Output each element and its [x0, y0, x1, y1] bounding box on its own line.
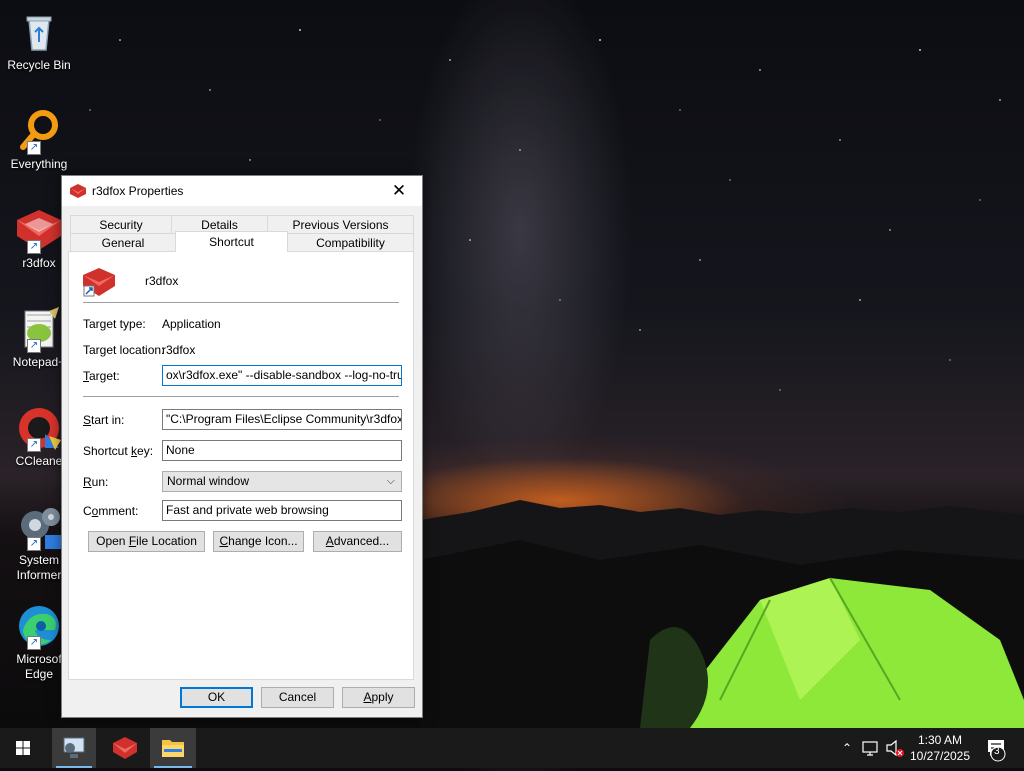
run-select-value: Normal window	[167, 474, 250, 488]
advanced-button[interactable]: Advanced...	[313, 531, 402, 552]
run-label: Run:	[83, 475, 109, 489]
target-type-value: Application	[162, 317, 221, 331]
volume-muted-icon	[886, 739, 904, 757]
close-icon: ✕	[391, 181, 407, 200]
network-tray-button[interactable]	[860, 728, 882, 768]
close-button[interactable]: ✕	[376, 176, 422, 206]
shortcut-arrow-icon: ↗	[27, 339, 41, 353]
chevron-up-icon: ⌃	[841, 741, 853, 755]
shortcut-key-label: Shortcut key:	[83, 444, 154, 458]
properties-dialog: r3dfox Properties ✕ Security Details Pre…	[61, 175, 423, 718]
start-button[interactable]	[0, 728, 46, 768]
start-in-field[interactable]: "C:\Program Files\Eclipse Community\r3df…	[162, 409, 402, 430]
system-informer-icon	[63, 737, 85, 758]
recycle-bin-icon	[15, 8, 63, 56]
dialog-title: r3dfox Properties	[92, 184, 184, 198]
notification-count: 3	[994, 746, 1000, 757]
desktop-icon-label: Recycle Bin	[7, 58, 71, 72]
desktop-icon-recycle-bin[interactable]: Recycle Bin	[0, 8, 78, 73]
file-explorer-icon	[162, 740, 184, 757]
shortcut-arrow-icon: ↗	[27, 438, 41, 452]
shortcut-key-field[interactable]: None	[162, 440, 402, 461]
taskbar-file-explorer[interactable]	[150, 728, 196, 768]
r3dfox-icon: ↗	[15, 206, 63, 254]
r3dfox-icon	[113, 737, 137, 759]
ok-button[interactable]: OK	[180, 687, 253, 708]
open-file-location-button[interactable]: Open File Location	[88, 531, 205, 552]
notepad-plus-plus-icon: ↗	[15, 305, 63, 353]
target-label: Target:	[83, 369, 120, 383]
desktop-icon-everything[interactable]: ↗ Everything	[0, 107, 78, 172]
apply-button[interactable]: Apply	[342, 687, 415, 708]
shortcut-tab-panel: r3dfox Target type: Application Target l…	[68, 251, 414, 680]
tab-previous-versions[interactable]: Previous Versions	[267, 215, 414, 234]
windows-logo-icon	[16, 741, 30, 755]
r3dfox-icon	[83, 266, 115, 298]
volume-tray-button[interactable]	[884, 728, 906, 768]
shortcut-arrow-icon: ↗	[27, 537, 41, 551]
cancel-button[interactable]: Cancel	[261, 687, 334, 708]
tab-security[interactable]: Security	[70, 215, 172, 234]
taskbar: ⌃ 1:30 AM 10/27/2025 3	[0, 728, 1024, 768]
ccleaner-icon: ↗	[15, 404, 63, 452]
action-center-button[interactable]: 3	[980, 728, 1016, 768]
taskbar-r3dfox[interactable]	[102, 728, 148, 768]
tab-shortcut[interactable]: Shortcut	[175, 231, 288, 252]
clock-time: 1:30 AM	[917, 733, 963, 747]
clock-date: 10/27/2025	[909, 749, 971, 763]
desktop-icon-label: Everything	[10, 157, 68, 171]
run-select[interactable]: Normal window ⌵	[162, 471, 402, 492]
shortcut-arrow-icon: ↗	[27, 240, 41, 254]
tab-general[interactable]: General	[70, 233, 176, 252]
shortcut-arrow-icon: ↗	[27, 636, 41, 650]
separator	[83, 396, 399, 397]
edge-icon: ↗	[15, 602, 63, 650]
start-in-label: Start in:	[83, 413, 125, 427]
change-icon-button[interactable]: Change Icon...	[213, 531, 304, 552]
target-field[interactable]: ox\r3dfox.exe" --disable-sandbox --log-n…	[162, 365, 402, 386]
network-icon	[862, 741, 878, 756]
target-location-value: r3dfox	[162, 343, 196, 357]
system-informer-icon: ↗	[15, 503, 63, 551]
chevron-down-icon: ⌵	[386, 475, 395, 487]
target-type-label: Target type:	[83, 317, 146, 331]
taskbar-system-informer[interactable]	[52, 728, 96, 768]
magnifier-icon: ↗	[15, 107, 63, 155]
r3dfox-icon	[70, 183, 86, 199]
dialog-titlebar[interactable]: r3dfox Properties ✕	[62, 176, 422, 206]
comment-label: Comment:	[83, 504, 139, 518]
tab-compatibility[interactable]: Compatibility	[287, 233, 414, 252]
app-name: r3dfox	[145, 274, 179, 288]
comment-field[interactable]: Fast and private web browsing	[162, 500, 402, 521]
separator	[83, 302, 399, 303]
target-location-label: Target location:	[83, 343, 165, 357]
shortcut-arrow-icon: ↗	[27, 141, 41, 155]
clock[interactable]: 1:30 AM 10/27/2025	[904, 732, 976, 764]
show-hidden-icons-button[interactable]: ⌃	[838, 728, 856, 768]
